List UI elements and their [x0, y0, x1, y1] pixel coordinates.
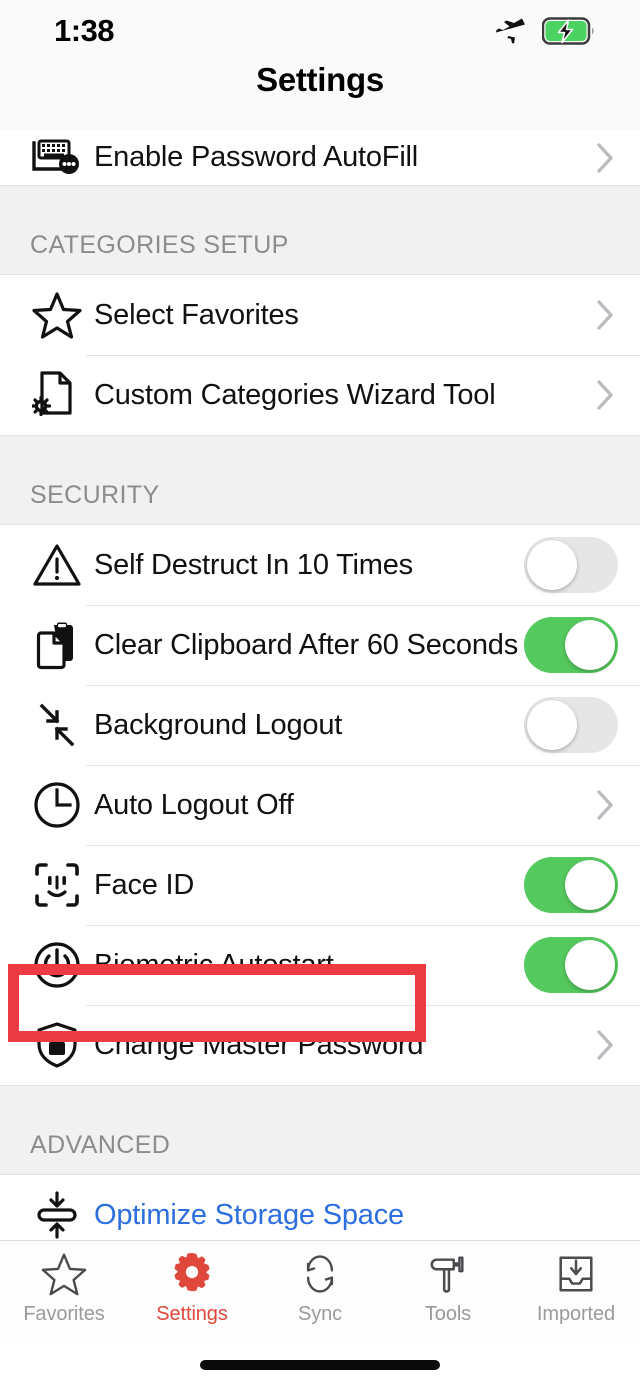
collapse-arrows-icon: [28, 700, 86, 750]
star-icon: [41, 1251, 87, 1297]
power-icon: [28, 940, 86, 990]
toggle-clear-clipboard[interactable]: [524, 617, 618, 673]
chevron-right-icon: [592, 379, 618, 411]
list-item-self-destruct[interactable]: Self Destruct In 10 Times: [0, 525, 640, 605]
list-item-label: Select Favorites: [94, 298, 299, 331]
list-item-label: Change Master Password: [94, 1028, 424, 1061]
list-item-label: Background Logout: [94, 708, 343, 741]
nav-bar: Settings: [0, 61, 640, 130]
tab-bar[interactable]: Favorites Settings Sync Tools Imported: [0, 1240, 640, 1344]
list-item-custom-categories-wizard-tool[interactable]: Custom Categories Wizard Tool: [0, 355, 640, 435]
warning-triangle-icon: [28, 542, 86, 588]
list-item-face-id[interactable]: Face ID: [0, 845, 640, 925]
home-indicator[interactable]: [200, 1359, 440, 1370]
tab-label: Favorites: [23, 1303, 105, 1325]
document-gear-icon: [28, 370, 86, 420]
tab-label: Tools: [424, 1303, 472, 1325]
compress-icon: [28, 1190, 86, 1240]
list-item-label: Face ID: [94, 868, 195, 901]
settings-list[interactable]: Enable Password AutoFill CATEGORIES SETU…: [0, 130, 640, 1240]
list-item-label: Optimize Storage Space: [94, 1198, 404, 1231]
toggle-knob: [565, 940, 615, 990]
status-indicators: [494, 16, 596, 46]
gear-icon: [169, 1251, 215, 1297]
section-header-advanced: ADVANCED: [0, 1085, 640, 1175]
list-item-enable-password-autofill[interactable]: Enable Password AutoFill: [0, 130, 640, 185]
toggle-background-logout[interactable]: [524, 697, 618, 753]
chevron-right-icon: [592, 142, 618, 174]
list-item-label: Clear Clipboard After 60 Seconds: [94, 628, 519, 661]
list-item-background-logout[interactable]: Background Logout: [0, 685, 640, 765]
list-item-label: Custom Categories Wizard Tool: [94, 378, 496, 411]
phone-screen: 1:38 Settings Enable Password AutoFill C…: [0, 0, 640, 1385]
section-header-label: ADVANCED: [30, 1131, 171, 1159]
toggle-knob: [565, 620, 615, 670]
list-item-optimize-storage-space[interactable]: Optimize Storage Space: [0, 1175, 640, 1240]
tab-sync[interactable]: Sync: [256, 1251, 384, 1326]
tab-label: Settings: [156, 1303, 228, 1325]
list-item-label: Biometric Autostart: [94, 948, 334, 981]
status-bar: 1:38: [0, 0, 640, 62]
sync-arrows-icon: [298, 1251, 342, 1297]
toggle-biometric-autostart[interactable]: [524, 937, 618, 993]
keyboard-autofill-icon: [28, 138, 86, 178]
list-item-biometric-autostart[interactable]: Biometric Autostart: [0, 925, 640, 1005]
section-header-security: SECURITY: [0, 435, 640, 525]
page-title: Settings: [256, 61, 384, 98]
tab-label: Imported: [536, 1303, 616, 1325]
hammer-icon: [427, 1251, 469, 1297]
tab-favorites[interactable]: Favorites: [0, 1251, 128, 1326]
battery-charging-icon: [542, 17, 596, 45]
star-icon: [28, 291, 86, 339]
clock-icon: [28, 780, 86, 830]
toggle-face-id[interactable]: [524, 857, 618, 913]
chevron-right-icon: [592, 789, 618, 821]
tab-label: Sync: [297, 1303, 343, 1325]
list-item-auto-logout[interactable]: Auto Logout Off: [0, 765, 640, 845]
status-time: 1:38: [54, 13, 115, 48]
tab-settings[interactable]: Settings: [128, 1251, 256, 1326]
tab-imported[interactable]: Imported: [512, 1251, 640, 1326]
section-header-label: CATEGORIES SETUP: [30, 231, 289, 259]
section-header-categories-setup: CATEGORIES SETUP: [0, 185, 640, 275]
section-header-label: SECURITY: [30, 481, 160, 509]
face-id-icon: [28, 860, 86, 910]
toggle-knob: [565, 860, 615, 910]
list-item-label: Self Destruct In 10 Times: [94, 548, 413, 581]
list-item-change-master-password[interactable]: Change Master Password: [0, 1005, 640, 1085]
shield-lock-icon: [28, 1020, 86, 1070]
list-item-label: Auto Logout Off: [94, 788, 294, 821]
list-item-select-favorites[interactable]: Select Favorites: [0, 275, 640, 355]
clipboard-icon: [28, 620, 86, 670]
list-item-label: Enable Password AutoFill: [94, 141, 419, 173]
list-item-clear-clipboard[interactable]: Clear Clipboard After 60 Seconds: [0, 605, 640, 685]
toggle-self-destruct[interactable]: [524, 537, 618, 593]
home-indicator-area: [0, 1344, 640, 1385]
toggle-knob: [527, 700, 577, 750]
chevron-right-icon: [592, 299, 618, 331]
airplane-mode-icon: [494, 16, 528, 46]
toggle-knob: [527, 540, 577, 590]
tab-tools[interactable]: Tools: [384, 1251, 512, 1326]
inbox-download-icon: [553, 1251, 599, 1297]
chevron-right-icon: [592, 1029, 618, 1061]
